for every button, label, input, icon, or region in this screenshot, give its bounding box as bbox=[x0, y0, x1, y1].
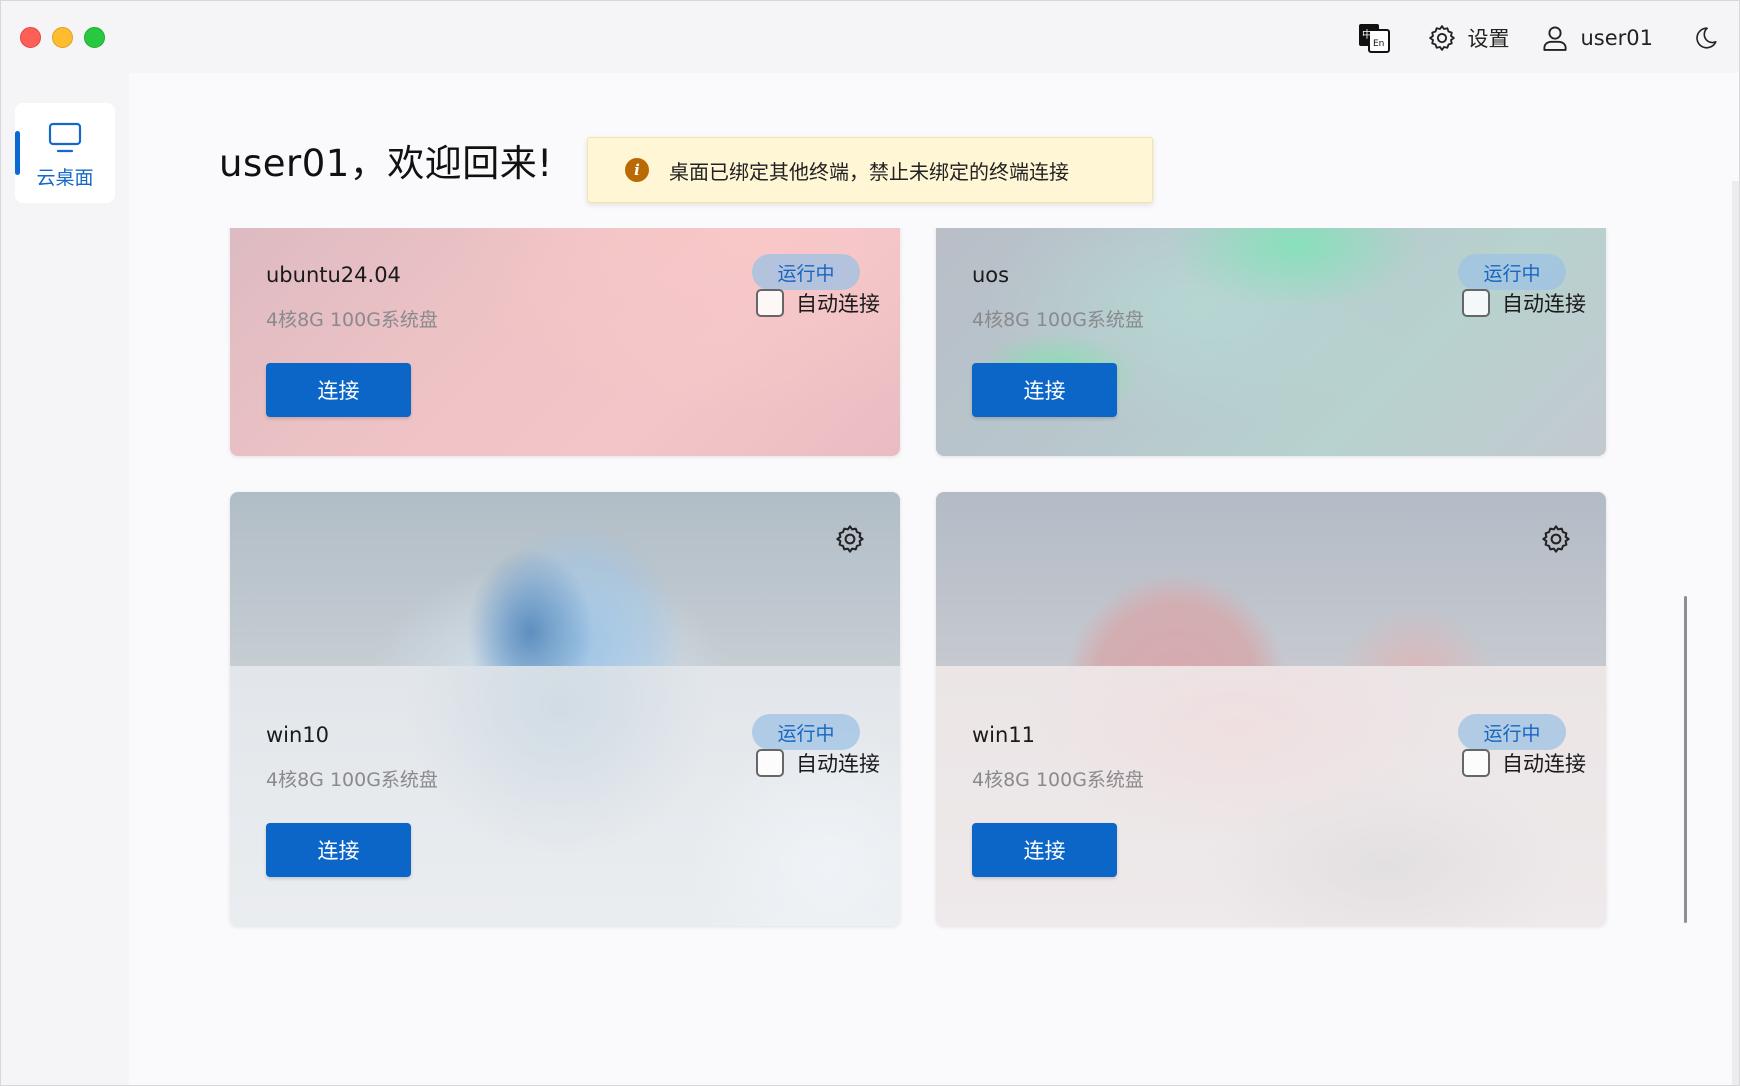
window-minimize-button[interactable] bbox=[52, 27, 73, 48]
main-content: user01，欢迎回来! i 桌面已绑定其他终端，禁止未绑定的终端连接 ubun… bbox=[129, 73, 1739, 1085]
sidebar-item-cloud-desktop[interactable]: 云桌面 bbox=[15, 103, 115, 203]
status-badge: 运行中 bbox=[752, 714, 860, 750]
desktop-wallpaper bbox=[936, 492, 1606, 666]
auto-connect-checkbox[interactable]: 自动连接 bbox=[1462, 288, 1586, 318]
status-badge: 运行中 bbox=[1458, 254, 1566, 290]
info-icon: i bbox=[625, 158, 649, 182]
connect-button[interactable]: 连接 bbox=[972, 363, 1117, 417]
desktop-spec: 4核8G 100G系统盘 bbox=[266, 309, 438, 331]
auto-connect-checkbox[interactable]: 自动连接 bbox=[1462, 748, 1586, 778]
auto-connect-checkbox[interactable]: 自动连接 bbox=[756, 748, 880, 778]
connect-button[interactable]: 连接 bbox=[266, 363, 411, 417]
card-body: win10 4核8G 100G系统盘 运行中 自动连接 连接 bbox=[230, 666, 900, 926]
user-icon bbox=[1543, 26, 1568, 51]
svg-text:中: 中 bbox=[1362, 28, 1372, 41]
notice-text: 桌面已绑定其他终端，禁止未绑定的终端连接 bbox=[669, 159, 1069, 184]
notice-banner: i 桌面已绑定其他终端，禁止未绑定的终端连接 bbox=[587, 137, 1153, 203]
user-menu-button[interactable]: user01 bbox=[1540, 23, 1653, 53]
card-body: ubuntu24.04 4核8G 100G系统盘 运行中 自动连接 连接 bbox=[230, 228, 900, 456]
monitor-icon bbox=[48, 122, 82, 152]
card-body: uos 4核8G 100G系统盘 运行中 自动连接 连接 bbox=[936, 228, 1606, 456]
auto-connect-label: 自动连接 bbox=[1502, 752, 1586, 776]
desktop-spec: 4核8G 100G系统盘 bbox=[972, 309, 1144, 331]
settings-button[interactable]: 设置 bbox=[1427, 23, 1509, 53]
status-badge: 运行中 bbox=[752, 254, 860, 290]
app-window: 中 En 设置 user01 云桌面 user01，欢迎回来! i 桌面已绑定其… bbox=[0, 0, 1740, 1086]
svg-text:En: En bbox=[1373, 39, 1384, 49]
checkbox-box[interactable] bbox=[756, 289, 784, 317]
window-maximize-button[interactable] bbox=[84, 27, 105, 48]
desktop-name: win11 bbox=[972, 723, 1036, 747]
vertical-scrollbar[interactable] bbox=[1684, 596, 1687, 923]
desktop-card-ubuntu: ubuntu24.04 4核8G 100G系统盘 运行中 自动连接 连接 bbox=[230, 228, 900, 456]
welcome-heading: user01，欢迎回来! bbox=[219, 142, 553, 185]
desktop-name: ubuntu24.04 bbox=[266, 263, 401, 287]
topbar-actions: 中 En 设置 user01 bbox=[1358, 19, 1719, 57]
desktop-card-win11: win11 4核8G 100G系统盘 运行中 自动连接 连接 bbox=[936, 492, 1606, 926]
theme-toggle-button[interactable] bbox=[1693, 25, 1719, 51]
sidebar-item-label: 云桌面 bbox=[36, 166, 94, 189]
desktop-spec: 4核8G 100G系统盘 bbox=[972, 769, 1144, 791]
window-close-button[interactable] bbox=[20, 27, 41, 48]
auto-connect-checkbox[interactable]: 自动连接 bbox=[756, 288, 880, 318]
zh-en-translate-icon: 中 En bbox=[1359, 24, 1391, 53]
desktop-settings-gear-icon[interactable] bbox=[834, 523, 866, 555]
desktop-card-uos: uos 4核8G 100G系统盘 运行中 自动连接 连接 bbox=[936, 228, 1606, 456]
desktop-card-win10: win10 4核8G 100G系统盘 运行中 自动连接 连接 bbox=[230, 492, 900, 926]
auto-connect-label: 自动连接 bbox=[796, 292, 880, 316]
title-bar: 中 En 设置 user01 bbox=[1, 1, 1739, 73]
desktop-spec: 4核8G 100G系统盘 bbox=[266, 769, 438, 791]
checkbox-box[interactable] bbox=[756, 749, 784, 777]
connect-button[interactable]: 连接 bbox=[972, 823, 1117, 877]
settings-label: 设置 bbox=[1467, 27, 1510, 51]
username-label: user01 bbox=[1580, 26, 1653, 50]
desktop-name: win10 bbox=[266, 723, 330, 747]
status-badge: 运行中 bbox=[1458, 714, 1566, 750]
card-body: win11 4核8G 100G系统盘 运行中 自动连接 连接 bbox=[936, 666, 1606, 926]
desktop-list: ubuntu24.04 4核8G 100G系统盘 运行中 自动连接 连接 uos… bbox=[129, 228, 1739, 1085]
connect-button[interactable]: 连接 bbox=[266, 823, 411, 877]
checkbox-box[interactable] bbox=[1462, 289, 1490, 317]
checkbox-box[interactable] bbox=[1462, 749, 1490, 777]
desktop-settings-gear-icon[interactable] bbox=[1540, 523, 1572, 555]
moon-icon bbox=[1696, 27, 1717, 49]
sidebar: 云桌面 bbox=[1, 73, 129, 1085]
window-controls bbox=[20, 27, 105, 48]
auto-connect-label: 自动连接 bbox=[796, 752, 880, 776]
language-switch-button[interactable]: 中 En bbox=[1358, 23, 1427, 53]
desktop-wallpaper bbox=[230, 492, 900, 666]
auto-connect-label: 自动连接 bbox=[1502, 292, 1586, 316]
gear-icon bbox=[1429, 25, 1456, 51]
window-edge bbox=[1732, 181, 1739, 1085]
active-indicator bbox=[15, 131, 20, 175]
desktop-name: uos bbox=[972, 263, 1010, 287]
